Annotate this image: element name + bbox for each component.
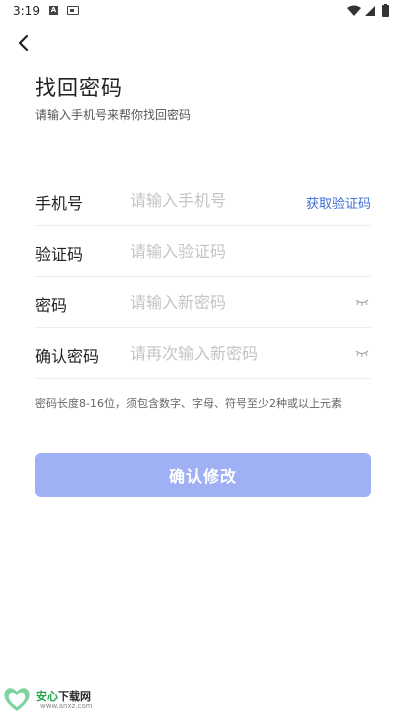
password-label: 密码 (35, 296, 68, 315)
chevron-left-icon (18, 34, 29, 52)
phone-label: 手机号 (35, 194, 84, 213)
code-label: 验证码 (35, 245, 84, 264)
watermark: 安心下载网 www.anxz.com (2, 685, 132, 715)
signal-icon (365, 6, 375, 16)
page-subtitle: 请输入手机号来帮你找回密码 (35, 108, 192, 122)
notification-a-icon: A (49, 6, 58, 15)
password-hint: 密码长度8-16位，须包含数字、字母、符号至少2种或以上元素 (35, 397, 342, 410)
confirm-password-input[interactable] (130, 340, 310, 366)
confirm-change-button[interactable]: 确认修改 (35, 453, 371, 497)
phone-input[interactable] (130, 187, 310, 213)
password-input[interactable] (130, 289, 310, 315)
phone-row: 手机号 获取验证码 (35, 175, 371, 226)
watermark-url: www.anxz.com (40, 702, 93, 710)
page-title: 找回密码 (35, 76, 123, 100)
eye-closed-icon[interactable] (355, 348, 369, 358)
notification-message-icon (67, 6, 79, 15)
watermark-heart-logo-icon (4, 688, 30, 711)
wifi-icon (347, 5, 361, 16)
confirm-password-row: 确认密码 (35, 328, 371, 379)
status-bar: 3:19 A (0, 0, 405, 24)
eye-closed-icon[interactable] (355, 297, 369, 307)
get-code-button[interactable]: 获取验证码 (306, 193, 371, 212)
code-row: 验证码 (35, 226, 371, 277)
back-button[interactable] (12, 32, 36, 56)
confirm-password-label: 确认密码 (35, 347, 100, 366)
recovery-form: 手机号 获取验证码 验证码 密码 确认密码 (35, 175, 371, 379)
status-time: 3:19 (13, 4, 40, 18)
code-input[interactable] (130, 238, 310, 264)
battery-icon (382, 5, 389, 17)
password-row: 密码 (35, 277, 371, 328)
status-indicators-icon (347, 4, 389, 17)
